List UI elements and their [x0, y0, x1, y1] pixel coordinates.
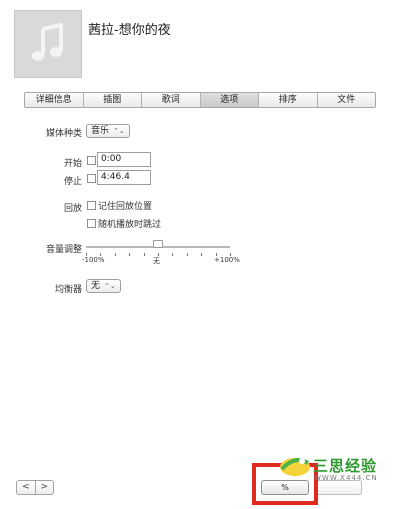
volume-slider-knob[interactable]	[153, 240, 163, 248]
skip-shuffle-label: 随机播放时跳过	[98, 220, 162, 230]
start-checkbox[interactable]	[87, 156, 96, 165]
volume-tick	[115, 253, 116, 256]
volume-min-label: -100%	[82, 256, 105, 264]
volume-tick	[144, 253, 145, 256]
music-note-icon	[32, 23, 63, 61]
prev-next-nav: < >	[16, 480, 54, 495]
remember-position-checkbox[interactable]	[87, 201, 96, 210]
media-kind-label: 媒体种类	[45, 129, 82, 139]
volume-tick	[201, 253, 202, 256]
stop-checkbox[interactable]	[87, 174, 96, 183]
equalizer-select[interactable]: 无 ⌃⌄	[86, 279, 121, 293]
tab-lyrics[interactable]: 歌词	[142, 93, 201, 107]
chevron-left-icon[interactable]: <	[17, 481, 36, 494]
equalizer-value: 无	[91, 281, 101, 291]
media-kind-value: 音乐	[91, 126, 110, 136]
tab-details[interactable]: 详细信息	[25, 93, 84, 107]
stop-time-field[interactable]: 4:46.4	[97, 170, 151, 185]
remember-position-label: 记住回放位置	[98, 202, 153, 212]
chevron-updown-icon: ⌃⌄	[113, 127, 125, 135]
tab-sorting[interactable]: 排序	[259, 93, 318, 107]
chevron-updown-icon: ⌃⌄	[104, 282, 116, 290]
watermark-text: 三思经验	[313, 457, 378, 475]
start-time-field[interactable]: 0:00	[97, 152, 151, 167]
volume-tick	[187, 253, 188, 256]
media-kind-select[interactable]: 音乐 ⌃⌄	[86, 124, 130, 138]
equalizer-label: 均衡器	[54, 285, 82, 295]
tab-artwork[interactable]: 插图	[84, 93, 142, 107]
song-title: 茜拉-想你的夜	[88, 23, 171, 38]
tab-bar: 详细信息 插图 歌词 选项 排序 文件	[24, 92, 376, 108]
volume-tick	[129, 253, 130, 256]
volume-tick	[172, 253, 173, 256]
chevron-right-icon[interactable]: >	[36, 481, 54, 494]
stop-label: 停止	[63, 177, 82, 187]
cancel-button[interactable]	[314, 480, 362, 495]
album-artwork	[14, 10, 82, 78]
volume-label: 音量调整	[45, 245, 82, 255]
skip-shuffle-checkbox[interactable]	[87, 219, 96, 228]
watermark-url: WWW.X444.CN	[314, 474, 378, 482]
start-label: 开始	[63, 159, 82, 169]
tab-options[interactable]: 选项	[200, 93, 259, 107]
volume-mid-label: 无	[153, 257, 160, 265]
playback-label: 回放	[63, 204, 82, 214]
watermark-logo	[280, 458, 310, 476]
volume-max-label: +100%	[214, 256, 240, 264]
tab-file[interactable]: 文件	[318, 93, 376, 107]
